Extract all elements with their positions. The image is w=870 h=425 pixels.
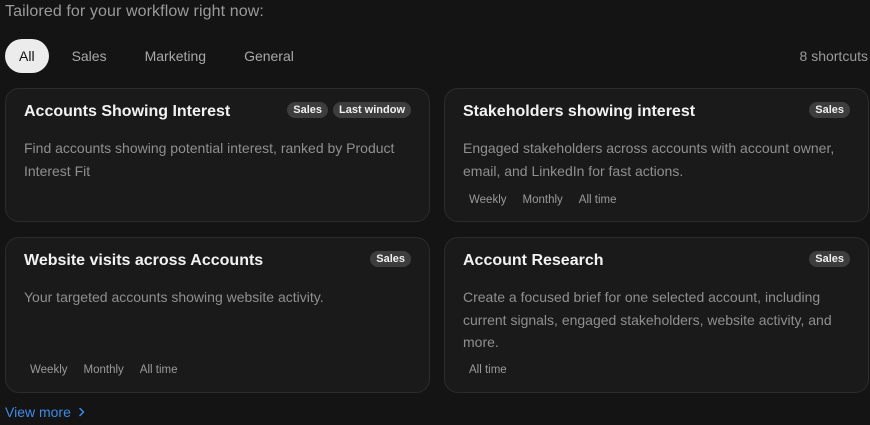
range-monthly[interactable]: Monthly [78, 361, 130, 379]
badge-sales: Sales [809, 102, 850, 118]
card-badges: Sales [809, 251, 850, 267]
card-description: Engaged stakeholders across accounts wit… [463, 140, 835, 179]
time-range-options: Weekly Monthly All time [24, 361, 183, 379]
badge-sales: Sales [287, 102, 328, 118]
filter-chip-sales[interactable]: Sales [57, 39, 122, 73]
shortcut-card-account-research[interactable]: Account Research Sales Create a focused … [444, 237, 869, 393]
filter-chips: All Sales Marketing General [5, 39, 309, 73]
card-title: Stakeholders showing interest [463, 103, 696, 120]
card-badges: Sales [809, 102, 850, 118]
card-title: Account Research [463, 252, 604, 269]
badge-last-window: Last window [333, 102, 411, 118]
shortcuts-panel: Tailored for your workflow right now: Al… [0, 0, 870, 425]
time-range-options: All time [463, 361, 513, 379]
shortcut-card-website-visits[interactable]: Website visits across Accounts Sales You… [5, 237, 430, 393]
range-all-time[interactable]: All time [463, 361, 513, 379]
card-badges: Sales Last window [287, 102, 411, 118]
view-more-label: View more [5, 404, 71, 420]
section-heading: Tailored for your workflow right now: [5, 3, 264, 20]
card-description: Your targeted accounts showing website a… [24, 289, 324, 305]
range-all-time[interactable]: All time [134, 361, 184, 379]
range-all-time[interactable]: All time [573, 191, 623, 209]
shortcut-card-accounts-showing-interest[interactable]: Accounts Showing Interest Sales Last win… [5, 88, 430, 222]
filter-chip-all[interactable]: All [5, 39, 49, 73]
card-description: Create a focused brief for one selected … [463, 289, 832, 350]
range-monthly[interactable]: Monthly [517, 191, 569, 209]
view-more-link[interactable]: View more [5, 404, 87, 420]
card-title: Accounts Showing Interest [24, 103, 231, 120]
filter-chip-marketing[interactable]: Marketing [130, 39, 221, 73]
range-weekly[interactable]: Weekly [24, 361, 74, 379]
card-description: Find accounts showing potential interest… [24, 140, 395, 179]
range-weekly[interactable]: Weekly [463, 191, 513, 209]
time-range-options: Weekly Monthly All time [463, 191, 622, 209]
filter-chip-general[interactable]: General [229, 39, 309, 73]
chevron-right-icon [79, 407, 85, 417]
badge-sales: Sales [370, 251, 411, 267]
shortcut-card-stakeholders-showing-interest[interactable]: Stakeholders showing interest Sales Enga… [444, 88, 869, 222]
shortcut-count: 8 shortcuts [799, 48, 868, 64]
card-title: Website visits across Accounts [24, 252, 264, 269]
badge-sales: Sales [809, 251, 850, 267]
card-badges: Sales [370, 251, 411, 267]
